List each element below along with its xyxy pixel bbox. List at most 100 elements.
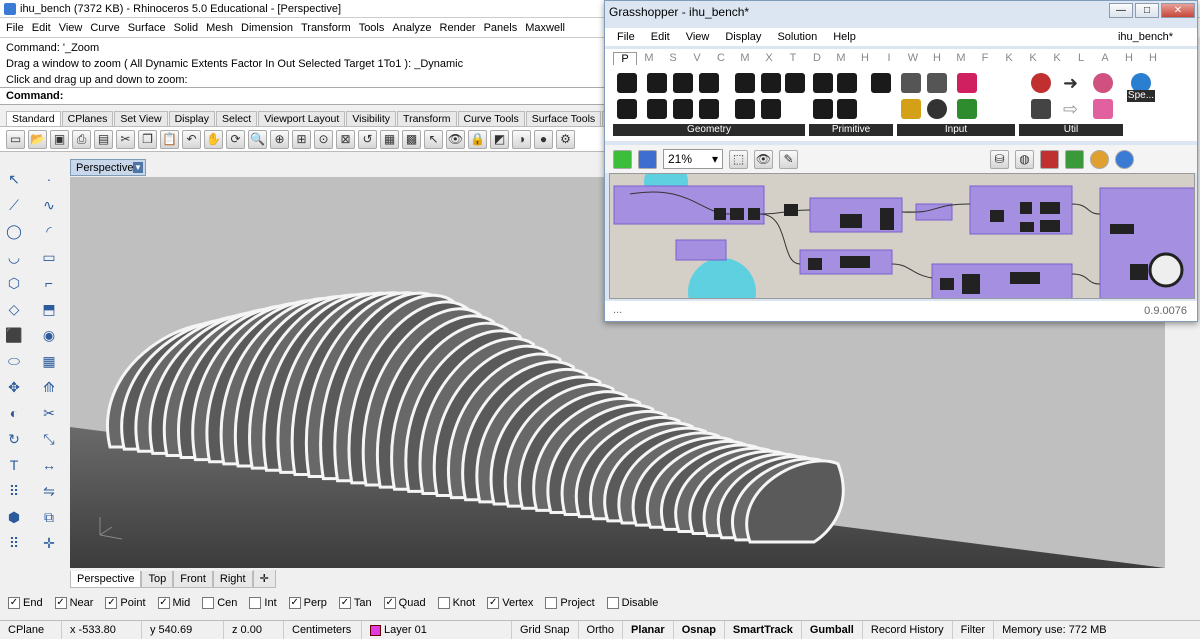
- osnap-cen[interactable]: Cen: [202, 597, 237, 609]
- tab-right[interactable]: Right: [212, 570, 253, 588]
- image-sampler-icon[interactable]: [957, 99, 977, 119]
- integer-param-icon[interactable]: [837, 73, 857, 93]
- geometry-component-icon[interactable]: [647, 99, 667, 119]
- osnap-project[interactable]: Project: [545, 597, 595, 609]
- zoom-extents-icon[interactable]: ⊞: [292, 129, 311, 149]
- boolean-param-icon[interactable]: [813, 73, 833, 93]
- grid-array-icon[interactable]: ⠿: [3, 532, 25, 554]
- properties-icon[interactable]: ◑: [512, 129, 531, 149]
- arrow-outline-util-icon[interactable]: ⇨: [1063, 99, 1083, 119]
- checkbox[interactable]: [545, 597, 558, 609]
- scale-icon[interactable]: ⤡: [38, 428, 60, 450]
- osnap-mid[interactable]: ✓ Mid: [157, 597, 190, 609]
- geometry-component-icon[interactable]: [699, 99, 719, 119]
- grasshopper-canvas[interactable]: [609, 173, 1195, 299]
- arc-icon[interactable]: ◜: [38, 220, 60, 242]
- viewport-menu-arrow-icon[interactable]: ▼: [133, 162, 143, 173]
- analyze-icon[interactable]: ⬢: [3, 506, 25, 528]
- cylinder-icon[interactable]: ⬭: [3, 350, 25, 372]
- checkbox[interactable]: ✓: [54, 597, 67, 609]
- zoom-window-icon[interactable]: ⊕: [270, 129, 289, 149]
- cplane-label[interactable]: CPlane: [0, 620, 62, 639]
- tab-viewport-layout[interactable]: Viewport Layout: [258, 111, 346, 126]
- tab-top[interactable]: Top: [141, 570, 174, 588]
- geometry-component-icon[interactable]: [673, 73, 693, 93]
- maximize-icon[interactable]: □: [1135, 3, 1159, 18]
- shaded-preview-icon[interactable]: [1040, 149, 1059, 169]
- tab-set-view[interactable]: Set View: [114, 111, 168, 126]
- menu-view[interactable]: View: [57, 22, 89, 34]
- mesh-icon[interactable]: ▦: [38, 350, 60, 372]
- boolean-icon[interactable]: ◐: [3, 402, 25, 424]
- geometry-component-icon[interactable]: [647, 73, 667, 93]
- category-tab[interactable]: I: [877, 52, 901, 64]
- cut-icon[interactable]: ✂: [116, 129, 135, 149]
- button-input-icon[interactable]: [927, 99, 947, 119]
- geometry-component-icon[interactable]: [617, 73, 637, 93]
- checkbox[interactable]: ✓: [383, 597, 396, 609]
- tab-visibility[interactable]: Visibility: [346, 111, 397, 126]
- viewport-title[interactable]: Perspective ▼: [70, 159, 146, 176]
- menu-maxwell[interactable]: Maxwell: [523, 22, 571, 34]
- sphere-icon[interactable]: ◉: [38, 324, 60, 346]
- selected-preview-icon[interactable]: [1065, 149, 1084, 169]
- category-tab[interactable]: H: [1141, 52, 1165, 64]
- osnap-toggle[interactable]: Osnap: [674, 620, 725, 639]
- checkbox[interactable]: ✓: [157, 597, 170, 609]
- rectangle-icon[interactable]: ▭: [38, 246, 60, 268]
- save-as-icon[interactable]: ▤: [94, 129, 113, 149]
- box-icon[interactable]: ⬛: [3, 324, 25, 346]
- tab-curve-tools[interactable]: Curve Tools: [457, 111, 525, 126]
- save-icon[interactable]: ▣: [50, 129, 69, 149]
- geometry-component-icon[interactable]: [761, 73, 781, 93]
- osnap-point[interactable]: ✓ Point: [105, 597, 146, 609]
- category-tab[interactable]: V: [685, 52, 709, 64]
- flask-util-icon[interactable]: [1093, 99, 1113, 119]
- layer-icon[interactable]: ◩: [490, 129, 509, 149]
- sketch-pen-icon[interactable]: ✎: [779, 149, 798, 169]
- bake-icon[interactable]: ⛁: [990, 149, 1009, 169]
- checkbox[interactable]: ✓: [8, 597, 20, 609]
- menu-dimension[interactable]: Dimension: [239, 22, 299, 34]
- zoom-extents-icon[interactable]: ⬚: [729, 149, 748, 169]
- osnap-quad[interactable]: ✓ Quad: [383, 597, 426, 609]
- checkbox[interactable]: ✓: [338, 597, 351, 609]
- record-history-toggle[interactable]: Record History: [863, 620, 953, 639]
- menu-mesh[interactable]: Mesh: [204, 22, 239, 34]
- checkbox[interactable]: ✓: [487, 597, 500, 609]
- gh-menu-help[interactable]: Help: [833, 31, 856, 43]
- split-icon[interactable]: ✂: [38, 402, 60, 424]
- menu-transform[interactable]: Transform: [299, 22, 357, 34]
- menu-analyze[interactable]: Analyze: [390, 22, 437, 34]
- category-tab[interactable]: M: [733, 52, 757, 64]
- filter-toggle[interactable]: Filter: [953, 620, 995, 639]
- tab-perspective[interactable]: Perspective: [70, 570, 142, 588]
- gh-menu-file[interactable]: File: [617, 31, 635, 43]
- undo-view-icon[interactable]: ↺: [358, 129, 377, 149]
- menu-file[interactable]: File: [4, 22, 30, 34]
- arc-curve-icon[interactable]: ◡: [3, 246, 25, 268]
- category-tab[interactable]: K: [997, 52, 1021, 64]
- select-icon[interactable]: ↖: [424, 129, 443, 149]
- checkbox[interactable]: [202, 597, 215, 609]
- category-tab[interactable]: M: [949, 52, 973, 64]
- category-tab[interactable]: H: [1117, 52, 1141, 64]
- grid-icon[interactable]: ▩: [402, 129, 421, 149]
- zoom-all-icon[interactable]: ⊠: [336, 129, 355, 149]
- smarttrack-toggle[interactable]: SmartTrack: [725, 620, 802, 639]
- gh-menu-solution[interactable]: Solution: [777, 31, 817, 43]
- category-tab[interactable]: X: [757, 52, 781, 64]
- category-tab[interactable]: F: [973, 52, 997, 64]
- planar-toggle[interactable]: Planar: [623, 620, 674, 639]
- arrow-right-util-icon[interactable]: ➜: [1063, 73, 1083, 93]
- menu-surface[interactable]: Surface: [126, 22, 172, 34]
- copy-icon[interactable]: ❐: [138, 129, 157, 149]
- geometry-component-icon[interactable]: [735, 99, 755, 119]
- lock-icon[interactable]: 🔒: [468, 129, 487, 149]
- dimension-icon[interactable]: ↔: [38, 454, 60, 476]
- four-viewports-icon[interactable]: ▦: [380, 129, 399, 149]
- tab-cplanes[interactable]: CPlanes: [61, 111, 114, 126]
- geometry-component-icon[interactable]: [617, 99, 637, 119]
- rotate-view-icon[interactable]: ⟳: [226, 129, 245, 149]
- osnap-disable[interactable]: Disable: [606, 597, 658, 609]
